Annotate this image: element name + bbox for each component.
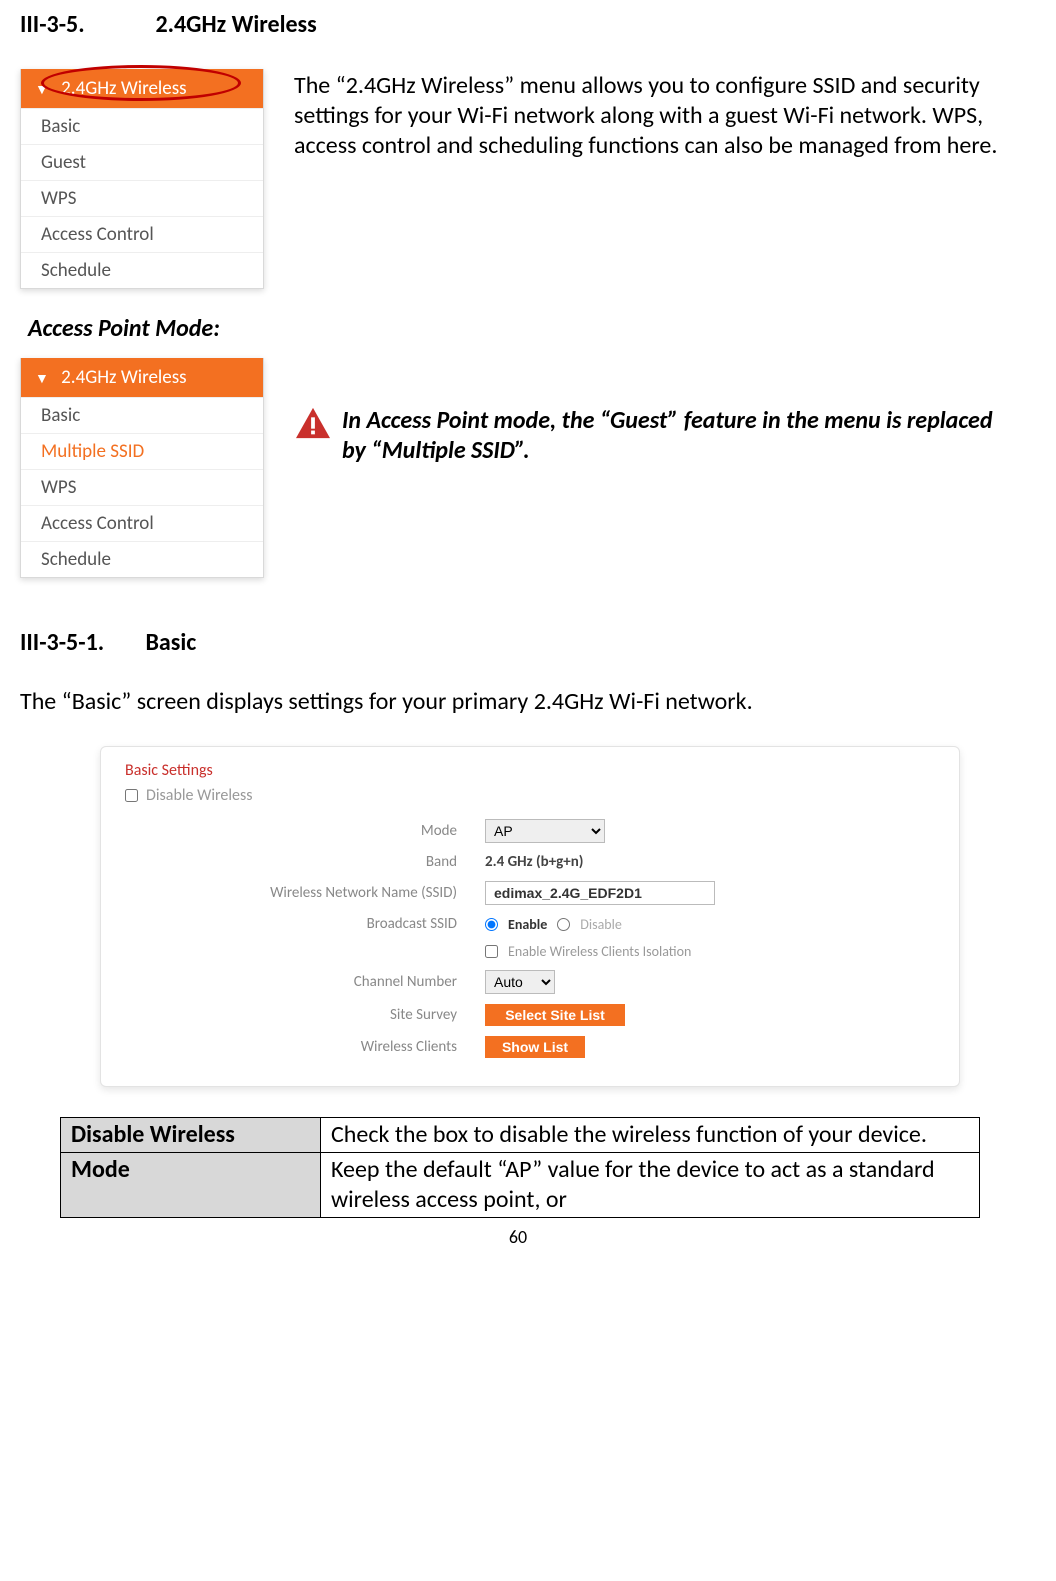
menu-item[interactable]: Basic [21,397,263,433]
menu-item[interactable]: WPS [21,469,263,505]
menu-item[interactable]: Guest [21,144,263,180]
label-channel: Channel Number [125,973,485,991]
warning-icon [294,406,332,440]
show-list-button[interactable]: Show List [485,1036,585,1058]
row-clients: Wireless Clients Show List [125,1036,935,1058]
isolation-label: Enable Wireless Clients Isolation [508,943,691,960]
menu-item[interactable]: Multiple SSID [21,433,263,469]
menu-item[interactable]: Schedule [21,252,263,288]
page-number: 60 [20,1226,1016,1248]
mode-select[interactable]: AP [485,819,605,843]
broadcast-enable-radio[interactable] [485,918,498,931]
subsection-heading: III-3-5-1. Basic [20,628,1016,657]
table-desc: Check the box to disable the wireless fu… [321,1118,980,1153]
ssid-input[interactable] [485,881,715,905]
menu-item[interactable]: Schedule [21,541,263,577]
channel-select[interactable]: Auto [485,970,555,994]
row-ssid: Wireless Network Name (SSID) [125,881,935,905]
label-broadcast: Broadcast SSID [125,915,485,933]
intro-paragraph-1: The “2.4GHz Wireless” menu allows you to… [294,69,1016,289]
basic-settings-panel: Basic Settings Disable Wireless Mode AP … [100,746,960,1087]
table-row: Disable WirelessCheck the box to disable… [61,1118,980,1153]
menu-header-label: 2.4GHz Wireless [61,366,186,389]
row-band: Band 2.4 GHz (b+g+n) [125,853,935,871]
subsection-body: The “Basic” screen displays settings for… [20,687,1016,716]
table-row: ModeKeep the default “AP” value for the … [61,1153,980,1218]
table-term: Mode [61,1153,321,1218]
menu-header-1[interactable]: ▼ 2.4GHz Wireless [21,69,263,108]
row-isolation: Enable Wireless Clients Isolation [125,943,935,960]
description-table: Disable WirelessCheck the box to disable… [60,1117,980,1218]
label-clients: Wireless Clients [125,1038,485,1056]
band-value: 2.4 GHz (b+g+n) [485,853,935,871]
broadcast-enable-label: Enable [508,916,547,933]
settings-title: Basic Settings [125,761,935,780]
label-mode: Mode [125,822,485,840]
isolation-checkbox[interactable] [485,945,498,958]
intro-block-1: ▼ 2.4GHz Wireless BasicGuestWPSAccess Co… [20,69,1016,289]
intro-block-2: ▼ 2.4GHz Wireless BasicMultiple SSIDWPSA… [20,358,1016,578]
row-channel: Channel Number Auto [125,970,935,994]
disable-wireless-label: Disable Wireless [146,786,252,805]
note-block: In Access Point mode, the “Guest” featur… [294,358,1016,578]
row-mode: Mode AP [125,819,935,843]
mode-heading: Access Point Mode: [28,314,1016,343]
menu-item[interactable]: Access Control [21,505,263,541]
subsection-number: III-3-5-1. [20,628,140,657]
note-text: In Access Point mode, the “Guest” featur… [342,406,1016,466]
row-broadcast: Broadcast SSID Enable Disable [125,915,935,933]
menu-panel-1: ▼ 2.4GHz Wireless BasicGuestWPSAccess Co… [20,69,264,289]
menu-header-2[interactable]: ▼ 2.4GHz Wireless [21,358,263,397]
section-heading: III-3-5. 2.4GHz Wireless [20,10,1016,39]
section-title: 2.4GHz Wireless [155,10,316,39]
section-number: III-3-5. [20,10,150,39]
label-band: Band [125,853,485,871]
menu-item[interactable]: WPS [21,180,263,216]
select-site-list-button[interactable]: Select Site List [485,1004,625,1026]
menu-header-label: 2.4GHz Wireless [61,77,186,100]
broadcast-disable-label: Disable [580,916,622,933]
menu-item[interactable]: Basic [21,108,263,144]
subsection-title: Basic [145,628,196,657]
menu-item[interactable]: Access Control [21,216,263,252]
menu-panel-2: ▼ 2.4GHz Wireless BasicMultiple SSIDWPSA… [20,358,264,578]
disable-wireless-checkbox[interactable] [125,789,138,802]
label-ssid: Wireless Network Name (SSID) [125,884,485,902]
chevron-down-icon: ▼ [35,370,49,387]
disable-wireless-row: Disable Wireless [125,786,935,805]
table-term: Disable Wireless [61,1118,321,1153]
chevron-down-icon: ▼ [35,81,49,98]
table-desc: Keep the default “AP” value for the devi… [321,1153,980,1218]
broadcast-disable-radio[interactable] [557,918,570,931]
label-survey: Site Survey [125,1006,485,1024]
row-survey: Site Survey Select Site List [125,1004,935,1026]
